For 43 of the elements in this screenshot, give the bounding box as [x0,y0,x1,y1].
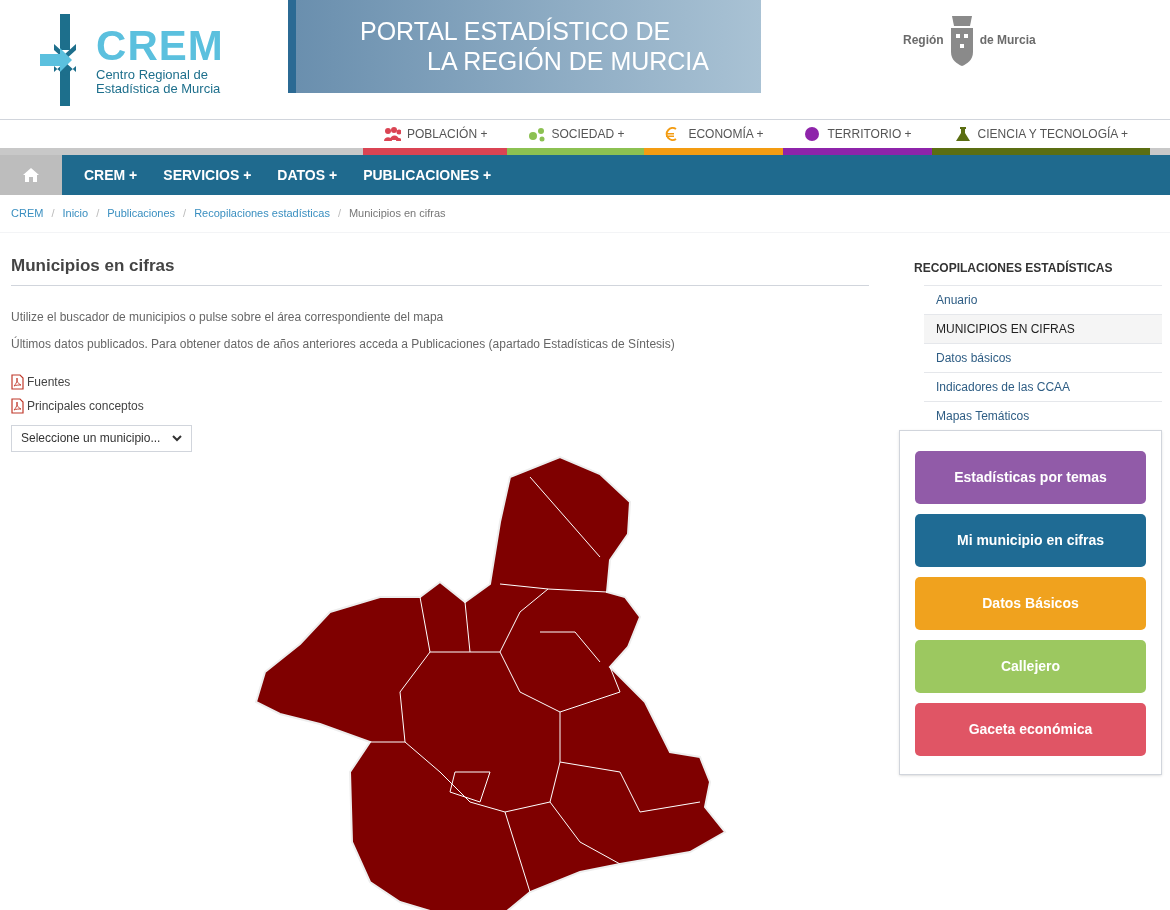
region-map-drawing[interactable] [254,455,727,910]
breadcrumb-current: Municipios en cifras [348,206,446,222]
breadcrumb-separator: / [96,206,100,222]
nav-link[interactable]: DATOS + [277,164,338,186]
info-text: Utilize el buscador de municipios o pulse sobre el área correspondiente del mapa [11,308,445,326]
nav-link[interactable]: PUBLICACIONES + [363,164,492,186]
breadcrumb-link[interactable]: CREM [11,205,44,222]
pdf-file-icon [11,397,24,414]
breadcrumb-link[interactable]: Inicio [62,205,89,222]
banner-title: LA REGIÓN DE MURCIA [426,46,710,76]
home-icon [22,167,40,183]
breadcrumb-separator: / [183,206,187,222]
sidebar-link[interactable]: Mapas Temáticos [924,401,1162,430]
region-logo-text: Región [903,31,944,49]
chevron-down-icon [172,434,182,442]
document-link[interactable]: Fuentes [27,372,71,391]
nav-link[interactable]: SERVICIOS + [163,164,252,186]
sidebar-link[interactable]: MUNICIPIOS EN CIFRAS [924,314,1162,343]
quick-link-button[interactable]: Mi municipio en cifras [915,514,1146,567]
logo-wordmark: CREM [96,23,224,68]
page-title: Municipios en cifras [11,253,869,286]
flask-icon [953,126,972,142]
quick-link-button[interactable]: Gaceta económica [915,703,1146,756]
sidebar-title: RECOPILACIONES ESTADÍSTICAS [914,259,1114,277]
breadcrumb-separator: / [337,206,341,222]
sidebar-link[interactable]: Datos básicos [924,343,1162,372]
info-text: Últimos datos publicados. Para obtener datos de años anteriores acceda a Publicaciones (apartado Estadísticas de Síntesis) [11,335,676,353]
banner-title: PORTAL ESTADÍSTICO DE [360,16,672,46]
region-logo-text: de Murcia [979,31,1036,49]
quick-link-button[interactable]: Estadísticas por temas [915,451,1146,504]
municipality-select[interactable]: Seleccione un municipio... [11,424,192,452]
logo-subtitle: Centro Regional de [96,67,210,82]
pdf-file-icon [11,373,24,390]
document-link[interactable]: Principales conceptos [27,396,144,415]
breadcrumb-separator: / [51,206,55,222]
logo-subtitle: Estadística de Murcia [96,81,222,96]
nav-link[interactable]: CREM + [84,164,138,186]
globe-icon [803,126,822,142]
gears-icon [527,126,546,142]
breadcrumb-link[interactable]: Publicaciones [107,205,176,222]
breadcrumb-link[interactable]: Recopilaciones estadísticas [194,205,330,222]
sidebar-link[interactable]: Indicadores de las CCAA [924,372,1162,401]
people-icon [383,126,402,142]
